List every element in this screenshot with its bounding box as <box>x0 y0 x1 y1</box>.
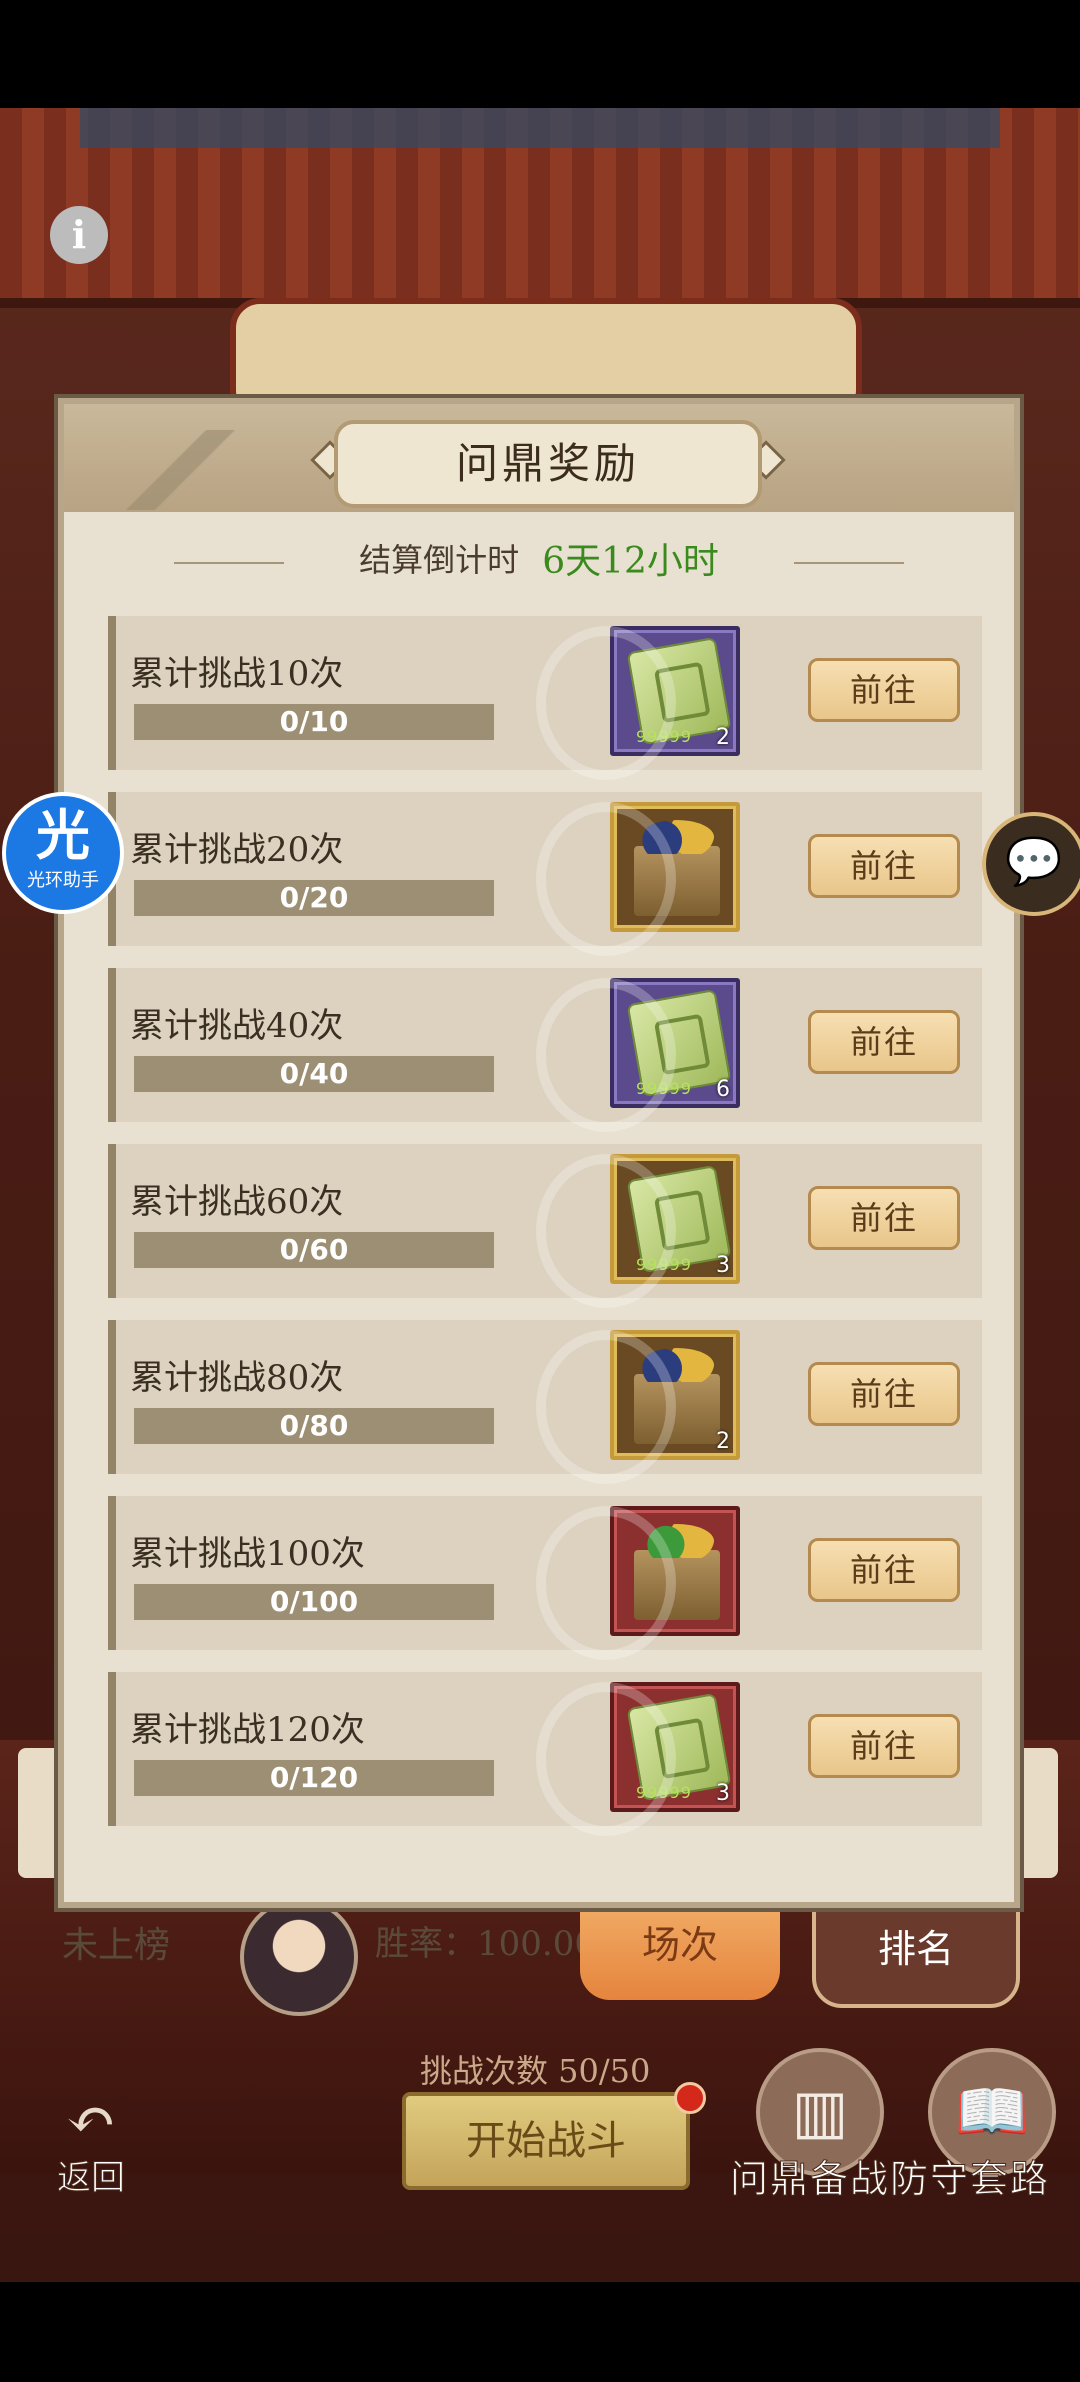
list-item: 累计挑战80次 0/80 2 前往 <box>108 1320 982 1484</box>
progress-text: 0/20 <box>279 881 349 914</box>
item-count: 2 <box>716 1429 730 1454</box>
divider <box>174 562 284 564</box>
reward-title: 累计挑战100次 <box>130 1534 365 1574</box>
reward-item[interactable]: 99999 3 <box>610 1154 740 1284</box>
list-item: 累计挑战100次 0/100 前往 <box>108 1496 982 1660</box>
progress-bar: 0/120 <box>134 1760 494 1796</box>
reward-item[interactable] <box>610 802 740 932</box>
notification-dot <box>674 2082 706 2114</box>
prepare-caption: 问鼎备战防守套路 <box>729 2157 1051 2202</box>
rank-status: 未上榜 <box>62 1925 171 1966</box>
progress-bar: 0/60 <box>134 1232 494 1268</box>
item-count: 6 <box>716 1077 730 1102</box>
progress-bar: 0/80 <box>134 1408 494 1444</box>
goto-button[interactable]: 前往 <box>808 1010 960 1074</box>
chat-icon[interactable]: 💬 <box>982 812 1080 916</box>
countdown-label: 结算倒计时 <box>359 541 520 579</box>
reward-title: 累计挑战20次 <box>130 830 344 870</box>
item-rarity-dots: 99999 <box>636 1255 692 1274</box>
reward-item[interactable]: 99999 6 <box>610 978 740 1108</box>
progress-text: 0/100 <box>269 1585 359 1618</box>
item-rarity-dots: 99999 <box>636 727 692 746</box>
back-arrow-icon: ↶ <box>65 2085 117 2155</box>
start-battle-button[interactable]: 开始战斗 <box>402 2092 690 2190</box>
item-count: 3 <box>716 1781 730 1806</box>
progress-text: 0/40 <box>279 1057 349 1090</box>
reward-title: 累计挑战80次 <box>130 1358 344 1398</box>
goto-button[interactable]: 前往 <box>808 1538 960 1602</box>
reward-title: 累计挑战40次 <box>130 1006 344 1046</box>
progress-text: 0/10 <box>279 705 349 738</box>
list-item: 累计挑战10次 0/10 99999 2 前往 <box>108 616 982 780</box>
dialog-header: 问鼎奖励 <box>64 404 1014 512</box>
progress-bar: 0/100 <box>134 1584 494 1620</box>
avatar <box>240 1898 358 2016</box>
reward-dialog: 问鼎奖励 结算倒计时 6天12小时 累计挑战10次 0/10 99999 2 前往 累计挑… <box>58 398 1020 1908</box>
goto-button[interactable]: 前往 <box>808 1362 960 1426</box>
reward-title: 累计挑战60次 <box>130 1182 344 1222</box>
reward-item[interactable]: 2 <box>610 1330 740 1460</box>
goto-button[interactable]: 前往 <box>808 1714 960 1778</box>
progress-bar: 0/20 <box>134 880 494 916</box>
item-count: 3 <box>716 1253 730 1278</box>
sky-strip <box>80 108 1000 148</box>
progress-bar: 0/10 <box>134 704 494 740</box>
countdown: 结算倒计时 6天12小时 <box>64 532 1014 592</box>
challenge-count: 挑战次数 50/50 <box>420 2052 651 2090</box>
back-label: 返回 <box>57 2158 126 2199</box>
helper-logo-icon: 光 <box>36 803 90 867</box>
win-rate: 胜率：100.00 <box>375 1924 596 1964</box>
reward-item[interactable]: 99999 2 <box>610 626 740 756</box>
reward-title: 累计挑战10次 <box>130 654 344 694</box>
helper-button[interactable]: 光 光环助手 <box>2 792 124 914</box>
treasure-box-icon <box>634 820 720 916</box>
reward-item[interactable]: 99999 3 <box>610 1682 740 1812</box>
treasure-box-icon <box>634 1524 720 1620</box>
goto-button[interactable]: 前往 <box>808 834 960 898</box>
list-item: 累计挑战20次 0/20 前往 <box>108 792 982 956</box>
reward-item[interactable] <box>610 1506 740 1636</box>
progress-text: 0/80 <box>279 1409 349 1442</box>
info-icon[interactable]: i <box>50 206 108 264</box>
goto-button[interactable]: 前往 <box>808 1186 960 1250</box>
goto-button[interactable]: 前往 <box>808 658 960 722</box>
item-rarity-dots: 99999 <box>636 1079 692 1098</box>
helper-label: 光环助手 <box>27 870 99 891</box>
countdown-value: 6天12小时 <box>542 541 719 582</box>
list-item: 累计挑战60次 0/60 99999 3 前往 <box>108 1144 982 1308</box>
progress-text: 0/60 <box>279 1233 349 1266</box>
treasure-box-icon <box>634 1348 720 1444</box>
list-item: 累计挑战120次 0/120 99999 3 前往 <box>108 1672 982 1836</box>
item-count: 2 <box>716 725 730 750</box>
mountain-decoration <box>74 430 284 510</box>
dialog-title: 问鼎奖励 <box>334 420 762 508</box>
progress-text: 0/120 <box>269 1761 359 1794</box>
progress-bar: 0/40 <box>134 1056 494 1092</box>
list-item: 累计挑战40次 0/40 99999 6 前往 <box>108 968 982 1132</box>
reward-title: 累计挑战120次 <box>130 1710 365 1750</box>
item-rarity-dots: 99999 <box>636 1783 692 1802</box>
back-button[interactable]: ↶ 返回 <box>36 2090 146 2200</box>
divider <box>794 562 904 564</box>
